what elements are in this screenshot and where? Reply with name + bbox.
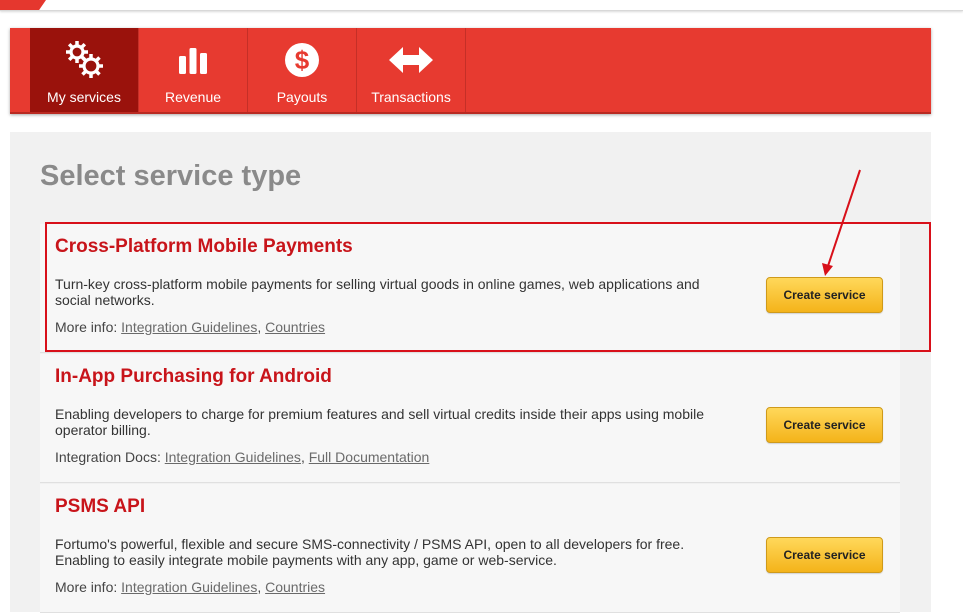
link-full-documentation[interactable]: Full Documentation	[309, 449, 430, 465]
nav-label-revenue: Revenue	[164, 89, 222, 105]
nav-item-my-services[interactable]: My services	[30, 28, 139, 112]
service-card-cross-platform: Cross-Platform Mobile Payments Turn-key …	[40, 224, 900, 353]
service-description: Fortumo's powerful, flexible and secure …	[55, 536, 685, 568]
nav-item-transactions[interactable]: Transactions	[357, 28, 466, 112]
bar-chart-icon	[139, 40, 247, 80]
service-description: Enabling developers to charge for premiu…	[55, 406, 705, 438]
annotation-arrow-icon	[822, 169, 861, 276]
service-title: Cross-Platform Mobile Payments	[55, 236, 353, 257]
service-info: More info: Integration Guidelines, Count…	[55, 319, 326, 335]
link-integration-guidelines[interactable]: Integration Guidelines	[121, 319, 257, 335]
service-info: Integration Docs: Integration Guidelines…	[55, 449, 430, 465]
page-title: Select service type	[40, 160, 302, 192]
main-navigation: My services Revenue $ Payouts Transactio…	[10, 28, 931, 114]
nav-label-transactions: Transactions	[371, 89, 451, 105]
svg-text:$: $	[295, 45, 310, 75]
service-title: In-App Purchasing for Android	[55, 366, 332, 387]
services-panel: Select service type Cross-Platform Mobil…	[10, 132, 931, 613]
info-prefix: More info:	[55, 579, 118, 595]
service-card-psms-api: PSMS API Fortumo's powerful, flexible an…	[40, 484, 900, 613]
nav-item-payouts[interactable]: $ Payouts	[248, 28, 357, 112]
link-integration-guidelines[interactable]: Integration Guidelines	[165, 449, 301, 465]
create-service-button[interactable]: Create service	[766, 537, 883, 573]
service-title: PSMS API	[55, 496, 146, 517]
brand-accent	[0, 0, 46, 10]
service-description: Turn-key cross-platform mobile payments …	[55, 276, 700, 308]
gears-icon	[30, 40, 138, 80]
exchange-arrows-icon	[357, 40, 465, 80]
top-bar	[0, 0, 963, 11]
info-prefix: Integration Docs:	[55, 449, 161, 465]
nav-label-my-services: My services	[47, 89, 121, 105]
link-countries[interactable]: Countries	[265, 579, 325, 595]
create-service-button[interactable]: Create service	[766, 407, 883, 443]
link-integration-guidelines[interactable]: Integration Guidelines	[121, 579, 257, 595]
nav-item-revenue[interactable]: Revenue	[139, 28, 248, 112]
service-card-android-iap: In-App Purchasing for Android Enabling d…	[40, 354, 900, 483]
nav-label-payouts: Payouts	[276, 89, 328, 105]
service-info: More info: Integration Guidelines, Count…	[55, 579, 326, 595]
dollar-icon: $	[248, 40, 356, 80]
info-prefix: More info:	[55, 319, 118, 335]
link-countries[interactable]: Countries	[265, 319, 325, 335]
